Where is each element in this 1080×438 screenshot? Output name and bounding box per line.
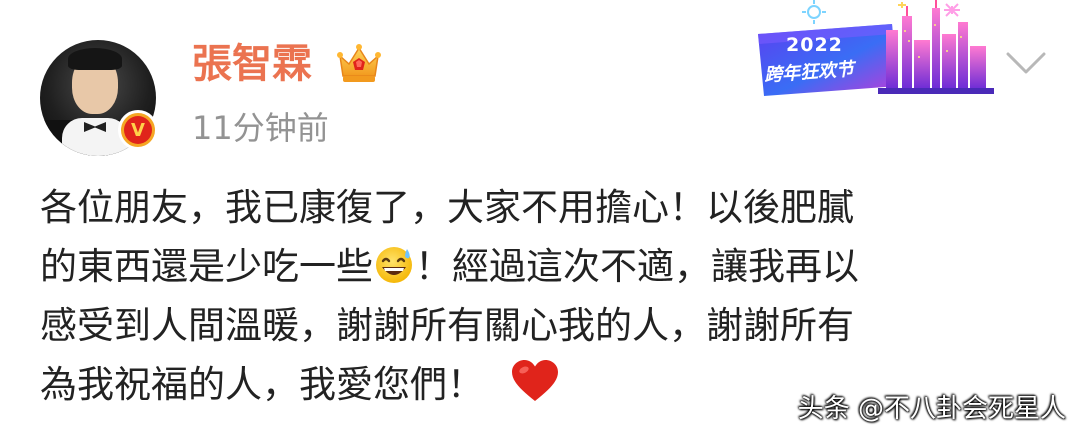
post-text-line: 的東西還是少吃一些 ！經過這次不適，讓我再以 — [40, 237, 1060, 296]
weibo-post: V 張智霖 11分钟前 2022 跨年狂欢节 各位朋友，我已康復了，大家不用擔心… — [0, 0, 1080, 438]
verified-badge-icon: V — [118, 110, 158, 150]
post-timestamp: 11分钟前 — [192, 109, 329, 147]
grinning-sweat-emoji-icon — [376, 247, 412, 283]
festival-year-label: 2022 — [786, 34, 843, 56]
post-text: 各位朋友，我已康復了，大家不用擔心！以後肥膩 的東西還是少吃一些 ！經過這次不適… — [40, 178, 1060, 414]
red-heart-emoji-icon — [512, 360, 558, 401]
post-text-line: 感受到人間溫暖，謝謝所有關心我的人，謝謝所有 — [40, 304, 854, 347]
watermark-text: 头条 @不八卦会死星人 — [797, 394, 1066, 424]
author-name[interactable]: 張智霖 — [192, 38, 312, 90]
post-text-segment: ！經過這次不適，讓我再以 — [415, 245, 859, 288]
post-text-line: 各位朋友，我已康復了，大家不用擔心！以後肥膩 — [40, 186, 854, 229]
crown-icon[interactable] — [336, 42, 382, 86]
chevron-down-icon[interactable] — [1002, 46, 1050, 80]
post-text-segment: 為我祝福的人，我愛您們！ — [40, 363, 484, 406]
post-text-segment: 的東西還是少吃一些 — [40, 245, 373, 288]
